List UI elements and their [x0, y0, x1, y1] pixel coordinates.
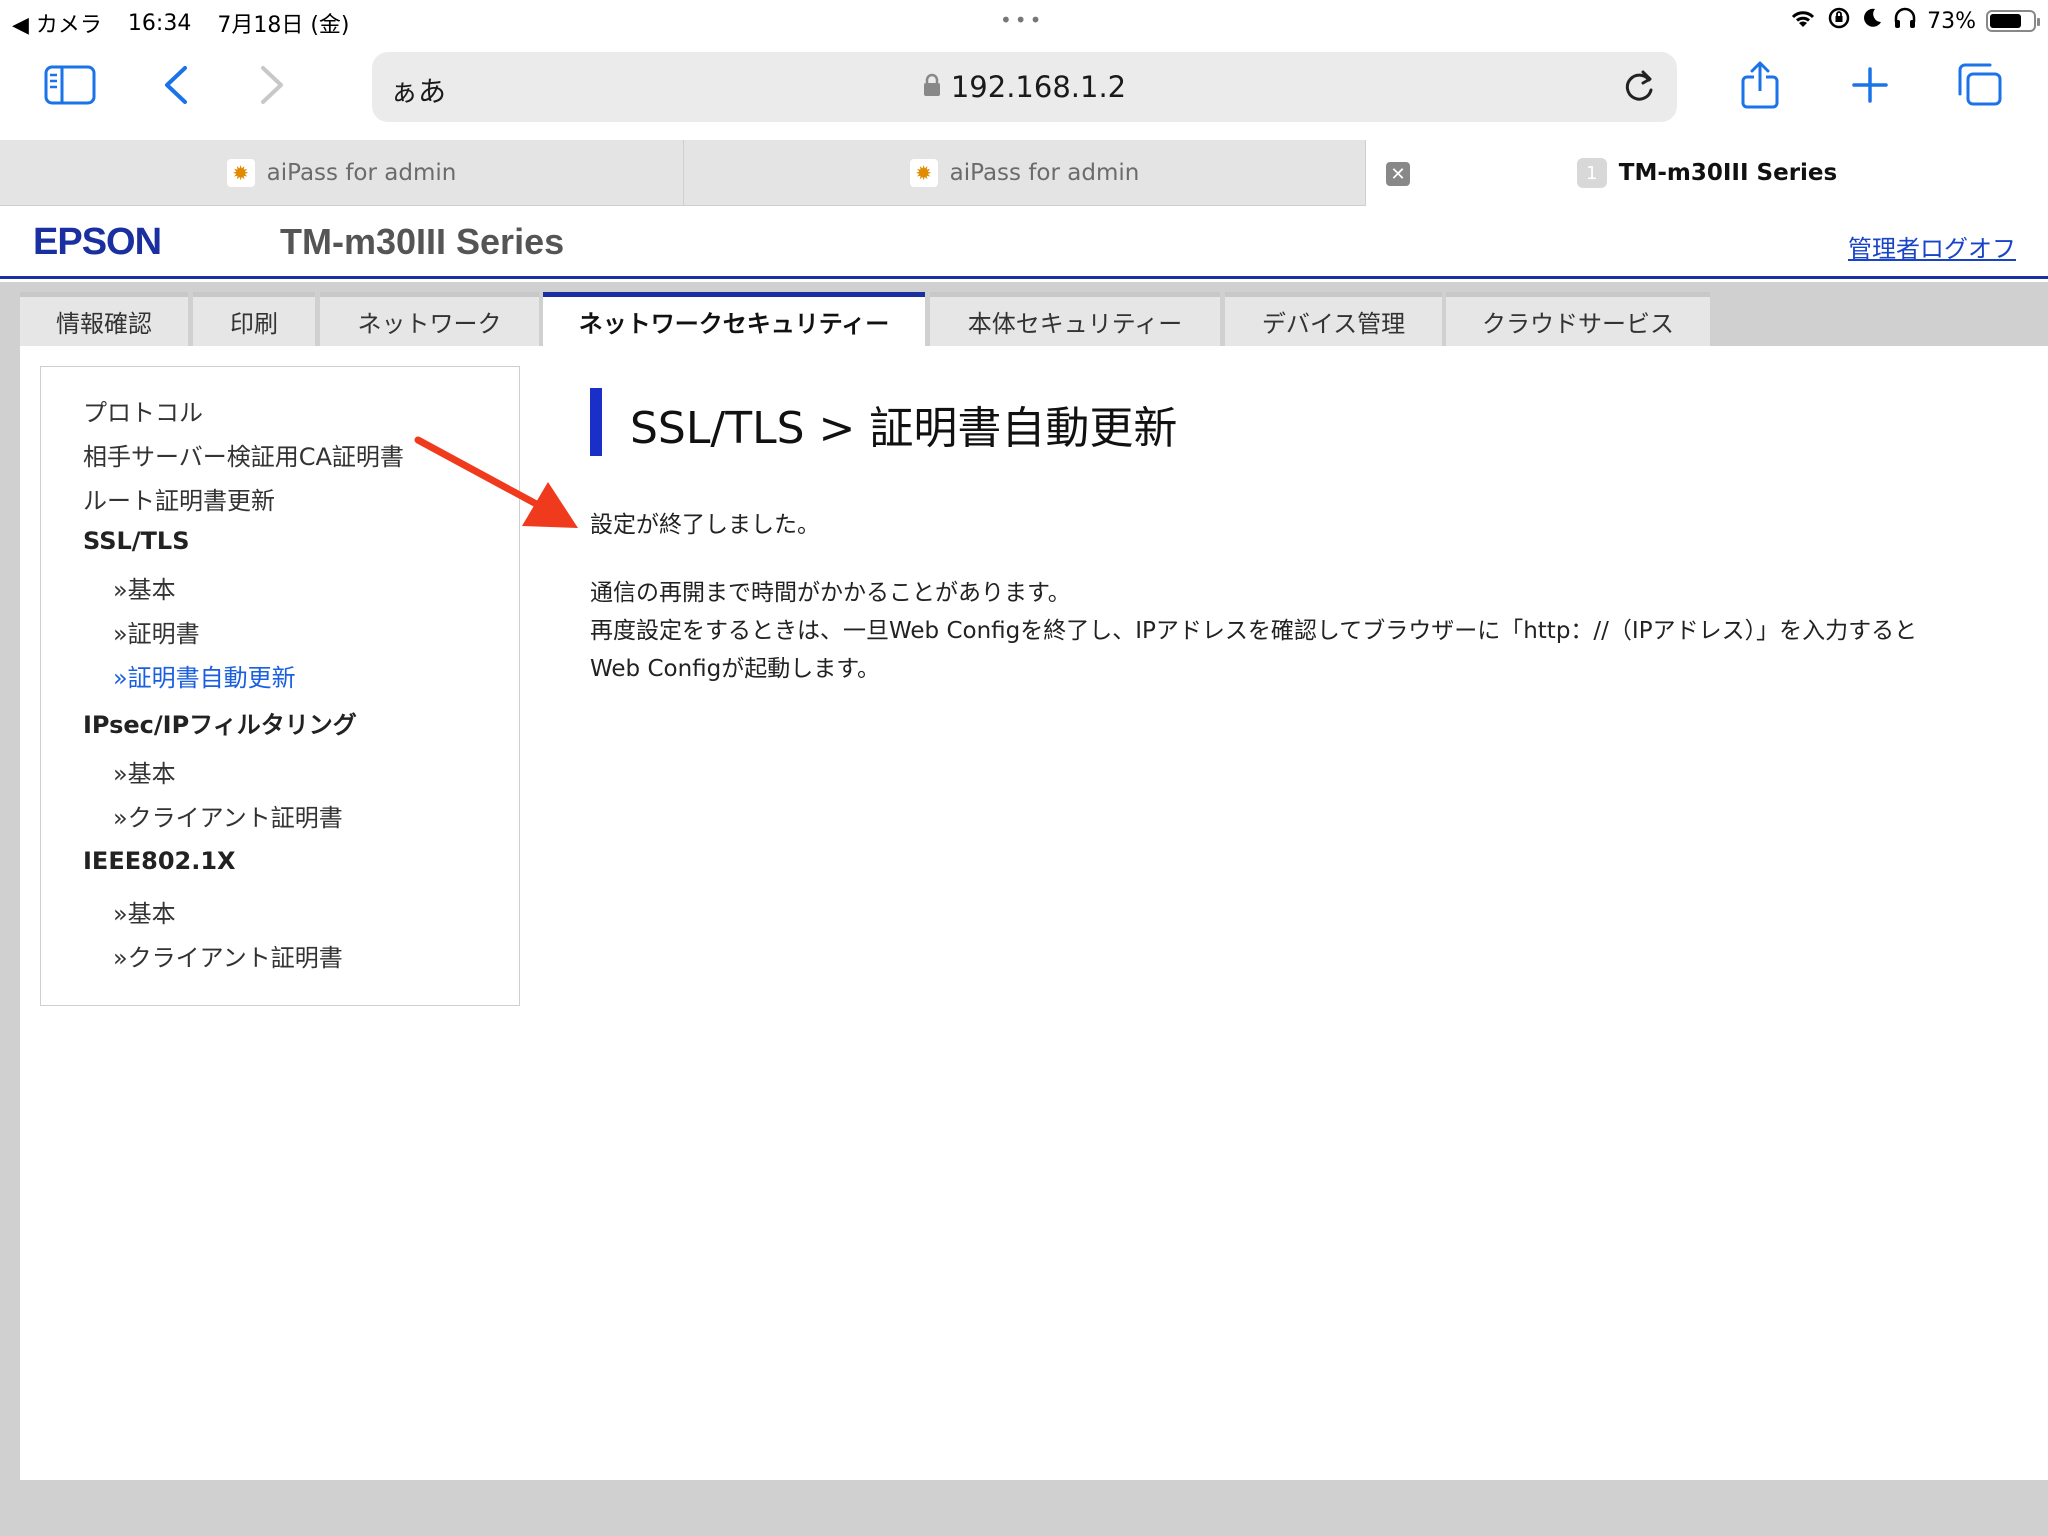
sidebar-heading-ipsec: IPsec/IPフィルタリング: [83, 711, 357, 739]
completion-message: 設定が終了しました。: [590, 512, 820, 538]
lock-icon: [923, 70, 941, 104]
tab-device-management[interactable]: デバイス管理: [1225, 292, 1442, 346]
sidebar-item-ca-certificate[interactable]: 相手サーバー検証用CA証明書: [83, 437, 404, 472]
model-title: TM-m30III Series: [280, 221, 565, 262]
page-content: プロトコル 相手サーバー検証用CA証明書 ルート証明書更新 SSL/TLS »基…: [20, 346, 2048, 1480]
browser-tab-title: aiPass for admin: [949, 160, 1140, 186]
sidebar-heading-ssl-tls: SSL/TLS: [83, 527, 190, 555]
page-title: SSL/TLS > 証明書自動更新: [630, 403, 1178, 454]
sun-favicon-icon: ✹: [909, 159, 938, 187]
back-to-app-link[interactable]: ◀ カメラ: [12, 7, 102, 39]
admin-logoff-link[interactable]: 管理者ログオフ: [1848, 229, 2016, 264]
sidebar-item-protocol[interactable]: プロトコル: [83, 393, 203, 428]
tab-network[interactable]: ネットワーク: [320, 292, 539, 346]
sun-favicon-icon: ✹: [226, 159, 255, 187]
browser-tab[interactable]: ✹ aiPass for admin: [684, 140, 1366, 206]
forward-arrow-icon[interactable]: [240, 58, 304, 112]
status-date: 7月18日 (金): [217, 13, 350, 38]
rotation-lock-icon: [1827, 6, 1851, 36]
epson-header: EPSON TM-m30III Series 管理者ログオフ: [0, 207, 2048, 279]
sidebar-item-cert-auto-update[interactable]: »証明書自動更新: [113, 658, 296, 693]
multitasking-dots-icon[interactable]: •••: [1000, 8, 1044, 32]
browser-tab-active[interactable]: 1 TM-m30III Series: [1366, 140, 2048, 206]
tab-device-security[interactable]: 本体セキュリティー: [930, 292, 1220, 346]
info-message-line1: 通信の再開まで時間がかかることがあります。: [590, 580, 1071, 606]
battery-percentage: 73%: [1927, 8, 1976, 34]
new-tab-plus-icon[interactable]: [1838, 58, 1902, 112]
sidebar-menu: プロトコル 相手サーバー検証用CA証明書 ルート証明書更新 SSL/TLS »基…: [40, 366, 520, 1006]
main-nav: 情報確認 印刷 ネットワーク ネットワークセキュリティー 本体セキュリティー デ…: [0, 282, 2048, 346]
do-not-disturb-moon-icon: [1861, 7, 1883, 35]
wifi-icon: [1789, 7, 1817, 35]
tab-info[interactable]: 情報確認: [20, 292, 188, 346]
info-message-line2: 再度設定をするときは、一旦Web Configを終了し、IPアドレスを確認してブ…: [590, 618, 1918, 644]
tab-print[interactable]: 印刷: [193, 292, 315, 346]
sidebar-heading-ieee8021x: IEEE802.1X: [83, 847, 236, 875]
url-text[interactable]: 192.168.1.2: [951, 70, 1126, 104]
browser-toolbar: ぁあ 192.168.1.2: [0, 40, 2048, 140]
status-bar: ◀ カメラ 16:34 7月18日 (金) ••• 73%: [0, 0, 2048, 40]
status-time: 16:34: [127, 10, 192, 36]
back-arrow-icon[interactable]: [144, 58, 208, 112]
epson-logo: EPSON: [33, 221, 162, 263]
page-frame-left: [0, 346, 20, 1536]
close-tab-icon[interactable]: ✕: [1386, 162, 1410, 186]
headphones-icon: [1893, 7, 1917, 35]
sidebar-item-ssl-certificate[interactable]: »証明書: [113, 614, 200, 649]
browser-tab-title: TM-m30III Series: [1618, 160, 1838, 186]
browser-tabs-bar: ✹ aiPass for admin ✹ aiPass for admin 1 …: [0, 140, 2048, 206]
sidebar-item-ieee-basic[interactable]: »基本: [113, 894, 176, 929]
share-icon[interactable]: [1728, 58, 1792, 112]
browser-tab-title: aiPass for admin: [266, 160, 457, 186]
sidebar-item-ieee-client-cert[interactable]: »クライアント証明書: [113, 938, 343, 973]
tab-network-security[interactable]: ネットワークセキュリティー: [543, 292, 925, 346]
tabs-overview-icon[interactable]: [1948, 58, 2012, 112]
sidebar-item-ssl-basic[interactable]: »基本: [113, 570, 176, 605]
battery-icon: [1986, 10, 2040, 32]
reload-icon[interactable]: [1621, 66, 1657, 110]
page-frame-bottom: [0, 1480, 2048, 1536]
sidebar-item-ipsec-client-cert[interactable]: »クライアント証明書: [113, 798, 343, 833]
browser-tab[interactable]: ✹ aiPass for admin: [0, 140, 684, 206]
tab-number-favicon-icon: 1: [1576, 158, 1607, 188]
info-message-line3: Web Configが起動します。: [590, 656, 880, 682]
tab-cloud-service[interactable]: クラウドサービス: [1446, 292, 1710, 346]
sidebar-item-ipsec-basic[interactable]: »基本: [113, 754, 176, 789]
address-bar[interactable]: ぁあ 192.168.1.2: [372, 52, 1677, 122]
sidebar-item-root-cert-update[interactable]: ルート証明書更新: [83, 481, 275, 516]
heading-accent-bar: [590, 388, 602, 456]
sidebar-toggle-icon[interactable]: [38, 58, 102, 112]
